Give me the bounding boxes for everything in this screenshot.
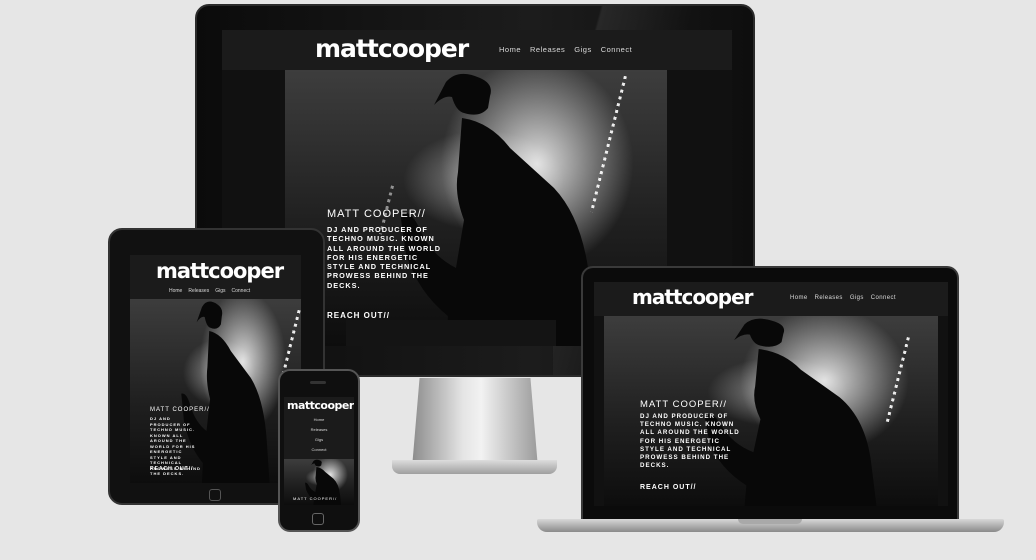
nav-connect-link[interactable]: Connect	[871, 295, 896, 301]
hero-section: MATT COOPER// DJ AND PRODUCER OF TECHNO …	[130, 299, 301, 483]
phone-screen: mattcooper Home Releases Gigs Connect MA…	[284, 397, 354, 505]
nav-gigs-link[interactable]: Gigs	[574, 45, 591, 54]
site-logo[interactable]: mattcooper	[156, 259, 284, 283]
reach-out-link[interactable]: REACH OUT//	[640, 484, 697, 491]
nav-links: Home Releases Gigs Connect	[169, 288, 250, 294]
site-logo[interactable]: mattcooper	[315, 34, 469, 63]
tablet-navbar: mattcooper Home Releases Gigs Connect	[130, 255, 301, 299]
nav-releases-link[interactable]: Releases	[188, 288, 209, 294]
hero-title: MATT COOPER//	[640, 399, 728, 410]
site-logo[interactable]: mattcooper	[287, 399, 354, 412]
laptop-navbar: mattcooper Home Releases Gigs Connect	[594, 282, 948, 316]
dj-silhouette	[704, 318, 877, 506]
hero-section: MATT COOPER// DJ AND PRODUCER OF TECHNO …	[604, 316, 938, 506]
nav-links: Home Releases Gigs Connect	[790, 295, 896, 301]
nav-releases-link[interactable]: Releases	[311, 427, 328, 432]
nav-releases-link[interactable]: Releases	[815, 295, 843, 301]
nav-home-link[interactable]: Home	[790, 295, 808, 301]
site-logo[interactable]: mattcooper	[632, 285, 754, 309]
tablet-screen: mattcooper Home Releases Gigs Connect MA…	[130, 255, 301, 483]
nav-gigs-link[interactable]: Gigs	[850, 295, 864, 301]
nav-connect-link[interactable]: Connect	[601, 45, 632, 54]
nav-home-link[interactable]: Home	[169, 288, 182, 294]
nav-gigs-link[interactable]: Gigs	[315, 437, 323, 442]
hero-title: MATT COOPER//	[327, 208, 426, 220]
nav-home-link[interactable]: Home	[499, 45, 521, 54]
phone-navbar: mattcooper Home Releases Gigs Connect	[284, 397, 354, 459]
nav-gigs-link[interactable]: Gigs	[215, 288, 225, 294]
nav-connect-link[interactable]: Connect	[231, 288, 250, 294]
nav-connect-link[interactable]: Connect	[312, 447, 327, 452]
phone-speaker	[310, 381, 326, 384]
hero-section: MATT COOPER//	[284, 459, 354, 505]
nav-links: Home Releases Gigs Connect	[499, 45, 632, 54]
hero-description: DJ AND PRODUCER OF TECHNO MUSIC. KNOWN A…	[640, 413, 740, 470]
tablet-home-button	[209, 489, 221, 501]
laptop-hinge-notch	[738, 519, 802, 524]
nav-releases-link[interactable]: Releases	[530, 45, 565, 54]
laptop-screen: mattcooper Home Releases Gigs Connect MA…	[594, 282, 948, 506]
hero-title: MATT COOPER//	[150, 407, 210, 413]
reach-out-link[interactable]: REACH OUT//	[327, 311, 390, 320]
nav-links: Home Releases Gigs Connect	[284, 417, 354, 452]
desktop-monitor-stand	[412, 378, 538, 468]
desktop-monitor-foot	[392, 460, 557, 474]
desktop-navbar: mattcooper Home Releases Gigs Connect	[222, 30, 732, 70]
reach-out-link[interactable]: REACH OUT//	[150, 466, 194, 472]
hero-title: MATT COOPER//	[293, 496, 338, 501]
nav-home-link[interactable]: Home	[314, 417, 325, 422]
hero-description: DJ AND PRODUCER OF TECHNO MUSIC. KNOWN A…	[327, 225, 442, 290]
phone-home-button	[312, 513, 324, 525]
